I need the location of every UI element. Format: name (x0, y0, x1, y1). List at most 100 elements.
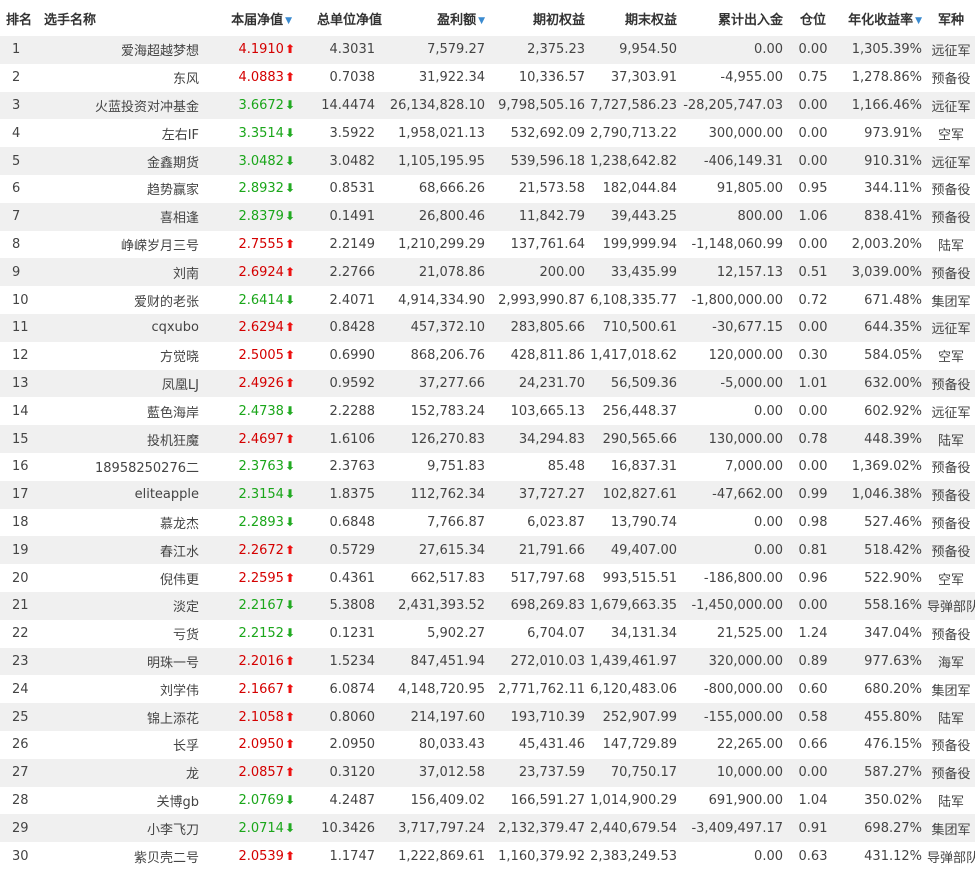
table-row: 27 龙 2.0857⬆ 0.3120 37,012.58 23,737.59 70,750… (0, 758, 975, 787)
arrow-up-icon: ⬆ (284, 375, 295, 390)
player-name-link[interactable]: 明珠一号 (40, 647, 207, 676)
player-name-link[interactable]: 凤凰LJ (40, 369, 207, 398)
net-flow-cell: 120,000.00 (682, 341, 788, 370)
player-name-link[interactable]: eliteapple (40, 480, 207, 509)
header-profit[interactable]: 盈利额 ▼ (387, 0, 490, 36)
nav-value: 2.8932 (238, 181, 284, 197)
total-nav-cell: 1.1747 (297, 842, 387, 870)
start-equity-cell: 1,160,379.92 (490, 842, 590, 870)
arrow-down-icon: ⬇ (284, 598, 295, 613)
total-nav-cell: 2.2288 (297, 397, 387, 426)
header-profit-label: 盈利额 (437, 12, 477, 28)
start-equity-cell: 21,573.58 (490, 174, 590, 203)
nav-cell: 2.1667⬆ (207, 675, 297, 704)
total-nav-cell: 0.5729 (297, 536, 387, 565)
player-name-link[interactable]: 18958250276二 (40, 452, 207, 481)
player-name-link[interactable]: 爱海超越梦想 (40, 36, 207, 64)
player-name-link[interactable]: 倪伟更 (40, 564, 207, 592)
arrow-down-icon: ⬇ (284, 792, 295, 807)
player-name-link[interactable]: cqxubo (40, 313, 207, 342)
net-flow-cell: -1,800,000.00 (682, 286, 788, 314)
annual-return-cell: 587.27% (838, 758, 927, 787)
net-flow-cell: 300,000.00 (682, 119, 788, 148)
total-nav-cell: 2.0950 (297, 730, 387, 759)
player-name-link[interactable]: 小李飞刀 (40, 814, 207, 843)
nav-value: 2.0857 (238, 765, 284, 781)
annual-return-cell: 3,039.00% (838, 258, 927, 287)
table-row: 10 爱财的老张 2.6414⬇ 2.4071 4,914,334.90 2,993,99… (0, 286, 975, 314)
position-cell: 1.04 (788, 786, 838, 815)
table-row: 3 火蓝投资对冲基金 3.6672⬇ 14.4474 26,134,828.10 9,79… (0, 91, 975, 120)
rank-cell: 14 (0, 397, 40, 426)
player-name-link[interactable]: 峥嵘岁月三号 (40, 230, 207, 259)
player-name-link[interactable]: 刘南 (40, 258, 207, 287)
player-name-link[interactable]: 锦上添花 (40, 703, 207, 731)
header-annual-return[interactable]: 年化收益率 ▼ (838, 0, 927, 36)
net-flow-cell: 130,000.00 (682, 425, 788, 453)
net-flow-cell: 691,900.00 (682, 786, 788, 815)
header-rank: 排名 (0, 0, 40, 36)
net-flow-cell: -800,000.00 (682, 675, 788, 704)
player-name-link[interactable]: 爱财的老张 (40, 286, 207, 314)
total-nav-cell: 0.3120 (297, 758, 387, 787)
nav-cell: 2.3154⬇ (207, 480, 297, 509)
net-flow-cell: 800.00 (682, 202, 788, 231)
annual-return-cell: 973.91% (838, 119, 927, 148)
position-cell: 0.72 (788, 286, 838, 314)
end-equity-cell: 290,565.66 (590, 425, 682, 453)
army-cell: 预备役 (927, 619, 975, 648)
end-equity-cell: 993,515.51 (590, 564, 682, 592)
start-equity-cell: 103,665.13 (490, 397, 590, 426)
profit-cell: 112,762.34 (387, 480, 490, 509)
net-flow-cell: -1,148,060.99 (682, 230, 788, 259)
player-name-link[interactable]: 藍色海岸 (40, 397, 207, 426)
header-net-flow: 累计出入金 (682, 0, 788, 36)
nav-value: 2.5005 (238, 348, 284, 364)
player-name-link[interactable]: 方觉晓 (40, 341, 207, 370)
arrow-up-icon: ⬆ (284, 653, 295, 668)
header-nav[interactable]: 本届净值 ▼ (207, 0, 297, 36)
player-name-link[interactable]: 紫贝壳二号 (40, 842, 207, 870)
rank-cell: 1 (0, 36, 40, 64)
position-cell: 0.00 (788, 591, 838, 620)
end-equity-cell: 147,729.89 (590, 730, 682, 759)
player-name-link[interactable]: 趋势赢家 (40, 174, 207, 203)
annual-return-cell: 1,278.86% (838, 63, 927, 92)
player-name-link[interactable]: 火蓝投资对冲基金 (40, 91, 207, 120)
rank-cell: 25 (0, 703, 40, 731)
position-cell: 0.81 (788, 536, 838, 565)
army-cell: 集团军 (927, 286, 975, 314)
nav-cell: 2.2672⬆ (207, 536, 297, 565)
player-name-link[interactable]: 金鑫期货 (40, 147, 207, 175)
player-name-link[interactable]: 淡定 (40, 591, 207, 620)
army-cell: 预备役 (927, 258, 975, 287)
player-name-link[interactable]: 左右IF (40, 119, 207, 148)
end-equity-cell: 256,448.37 (590, 397, 682, 426)
end-equity-cell: 13,790.74 (590, 508, 682, 537)
player-name-link[interactable]: 关博gb (40, 786, 207, 815)
nav-cell: 3.0482⬇ (207, 147, 297, 175)
player-name-link[interactable]: 投机狂魔 (40, 425, 207, 453)
player-name-link[interactable]: 春江水 (40, 536, 207, 565)
player-name-link[interactable]: 龙 (40, 758, 207, 787)
annual-return-cell: 602.92% (838, 397, 927, 426)
nav-cell: 2.0857⬆ (207, 758, 297, 787)
position-cell: 0.60 (788, 675, 838, 704)
player-name-link[interactable]: 亏货 (40, 619, 207, 648)
net-flow-cell: 10,000.00 (682, 758, 788, 787)
player-name-link[interactable]: 刘学伟 (40, 675, 207, 704)
position-cell: 0.00 (788, 119, 838, 148)
player-name-link[interactable]: 慕龙杰 (40, 508, 207, 537)
player-name-link[interactable]: 喜相逢 (40, 202, 207, 231)
total-nav-cell: 0.8060 (297, 703, 387, 731)
player-name-link[interactable]: 长孚 (40, 730, 207, 759)
total-nav-cell: 0.1231 (297, 619, 387, 648)
arrow-up-icon: ⬆ (284, 681, 295, 696)
header-nav-label: 本届净值 (231, 12, 284, 28)
player-name-link[interactable]: 东风 (40, 63, 207, 92)
profit-cell: 68,666.26 (387, 174, 490, 203)
total-nav-cell: 0.4361 (297, 564, 387, 592)
army-cell: 导弹部队 (927, 591, 975, 620)
end-equity-cell: 33,435.99 (590, 258, 682, 287)
army-cell: 预备役 (927, 758, 975, 787)
